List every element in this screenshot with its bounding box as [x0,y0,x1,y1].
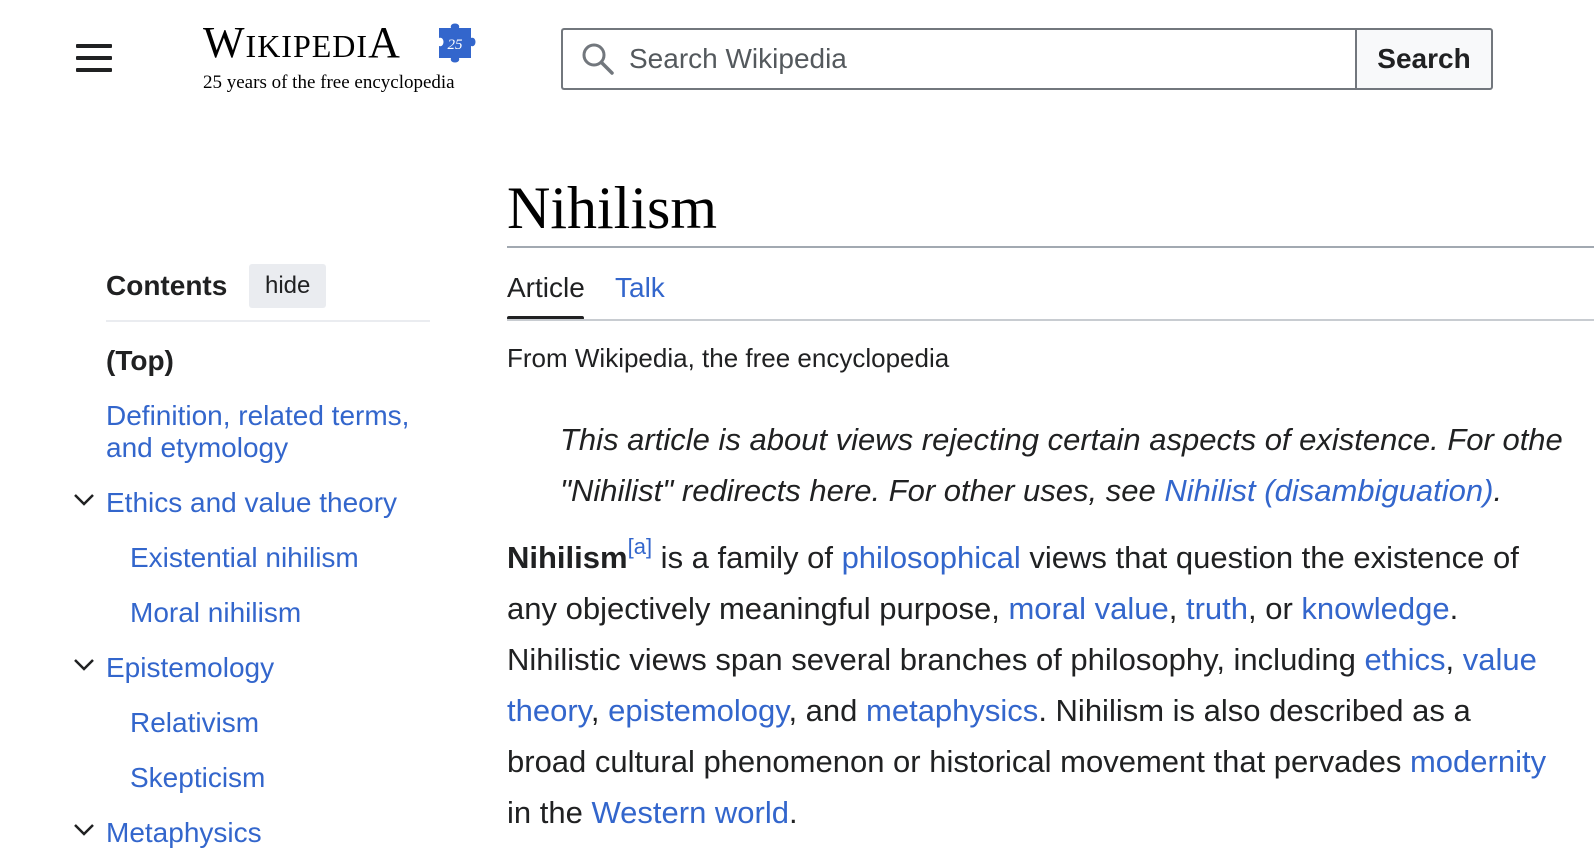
toc-title: Contents [106,270,228,301]
search-button[interactable]: Search [1355,28,1493,90]
hamburger-icon [76,44,112,48]
link-modernity[interactable]: modernity [1410,744,1546,779]
toc-hide-button[interactable]: hide [249,264,327,308]
link-western-world[interactable]: Western world [591,795,789,830]
toc-item-relativism[interactable]: Relativism [130,707,259,739]
toc-header: Contents hide [106,262,430,322]
logo-wordmark: WIKIPEDIA [203,18,401,67]
toc-item-metaphysics[interactable]: Metaphysics [106,817,262,849]
link-metaphysics[interactable]: metaphysics [866,693,1038,728]
logo-badge: 25 [448,37,464,53]
link-epistemology[interactable]: epistemology [608,693,788,728]
chevron-down-icon[interactable] [73,823,95,837]
hatnote-line-1: This article is about views rejecting ce… [560,422,1563,457]
hatnote-link-disambiguation[interactable]: Nihilist (disambiguation) [1164,473,1493,508]
wikipedia-logo[interactable]: WIKIPEDIA 25 25 years of the free encycl… [203,14,493,104]
site-subtitle: From Wikipedia, the free encyclopedia [507,343,950,373]
lead-bold-term: Nihilism [507,540,628,575]
link-moral-value[interactable]: moral value [1008,591,1168,626]
link-ethics[interactable]: ethics [1365,642,1446,677]
toc-item-top[interactable]: (Top) [106,345,174,377]
page-title: Nihilism [507,175,718,241]
tab-article[interactable]: Article [507,272,585,304]
hatnote-line-2: "Nihilist" redirects here. For other use… [560,473,1503,508]
link-truth[interactable]: truth [1186,591,1248,626]
footnote-link[interactable]: [a] [628,534,652,559]
title-divider [507,246,1594,248]
search-icon [582,43,614,75]
search-box[interactable] [561,28,1357,90]
link-philosophical[interactable]: philosophical [842,540,1021,575]
toc-item-epistemology[interactable]: Epistemology [106,652,274,684]
hatnote: This article is about views rejecting ce… [560,414,1594,516]
toc-item-definition-cont[interactable]: and etymology [106,432,288,464]
toc-item-moral-nihilism[interactable]: Moral nihilism [130,597,301,629]
tabs-divider [507,319,1594,321]
toc-item-skepticism[interactable]: Skepticism [130,762,265,794]
toc-item-existential-nihilism[interactable]: Existential nihilism [130,542,359,574]
logo-tagline: 25 years of the free encyclopedia [203,72,455,93]
search-input[interactable] [629,40,1329,78]
toc-item-ethics[interactable]: Ethics and value theory [106,487,397,519]
main-menu-button[interactable] [74,42,114,76]
link-knowledge[interactable]: knowledge [1301,591,1449,626]
puzzle-globe-icon: 25 [439,23,476,63]
search-form: Search [561,28,1493,90]
toc-item-definition[interactable]: Definition, related terms, [106,400,409,432]
chevron-down-icon[interactable] [73,658,95,672]
tab-talk[interactable]: Talk [615,272,665,304]
lead-paragraph: Nihilism[a] is a family of philosophical… [507,534,1547,831]
chevron-down-icon[interactable] [73,493,95,507]
hatnote-text: "Nihilist" redirects here. For other use… [560,473,1165,508]
